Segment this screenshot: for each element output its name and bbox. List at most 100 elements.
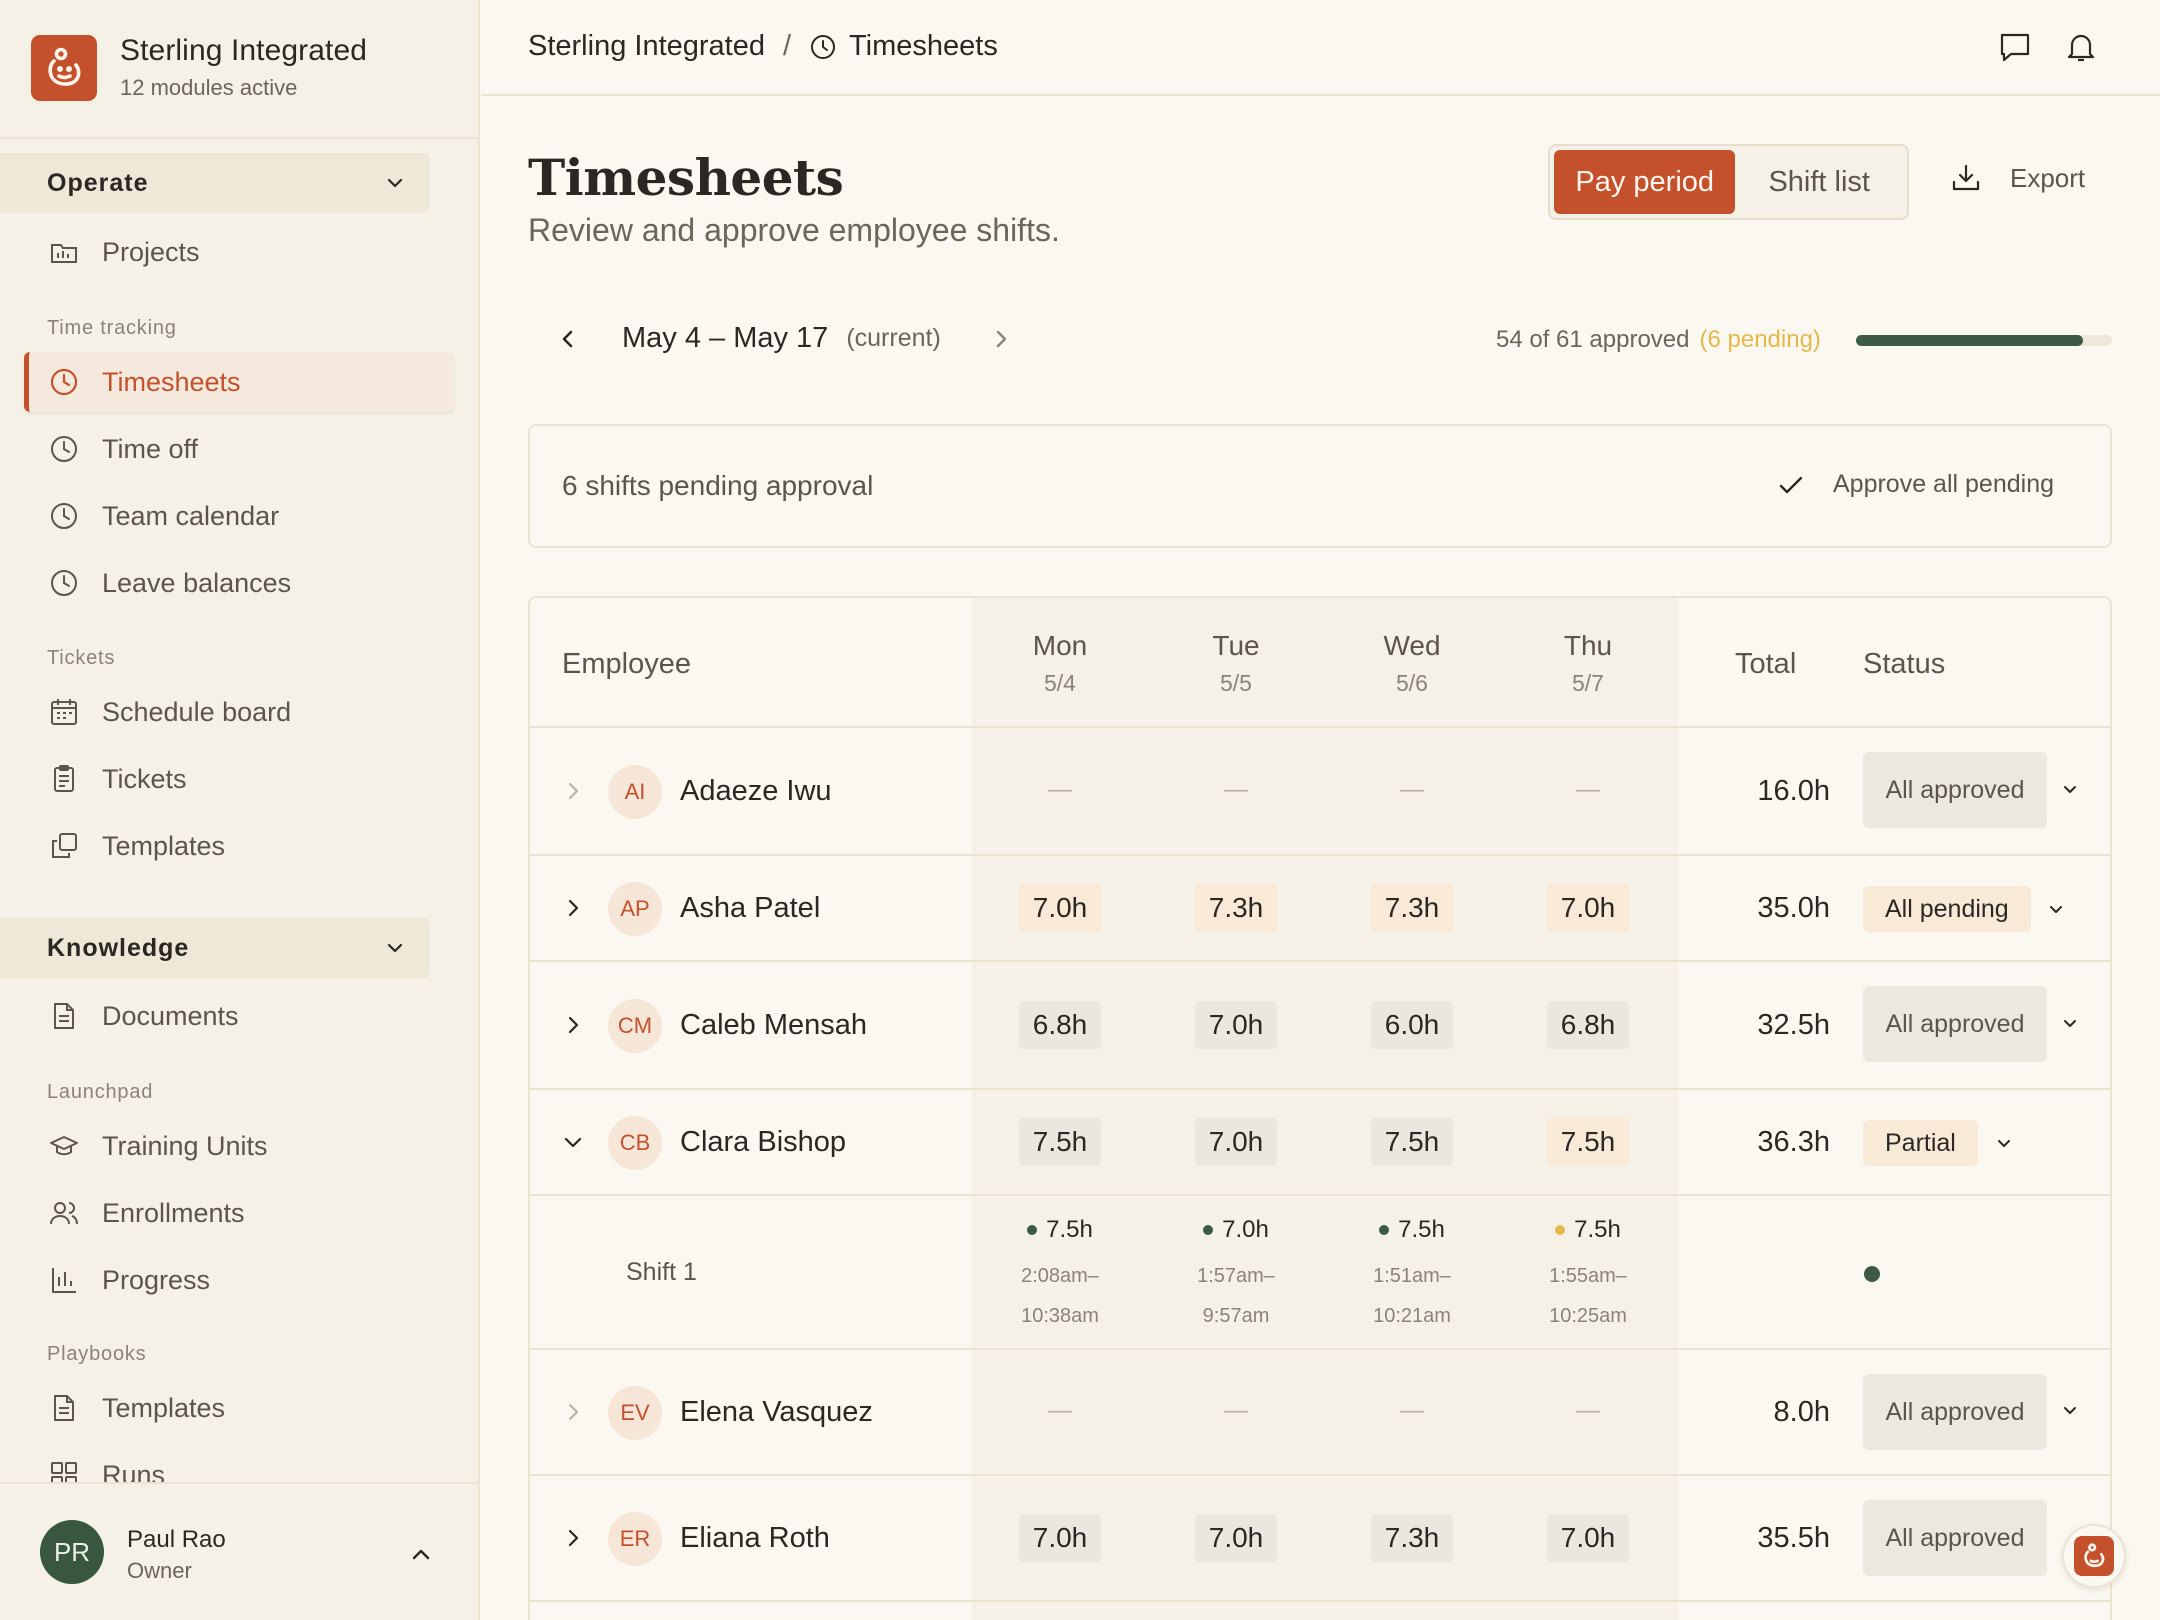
hours-cell[interactable]: 7.0h xyxy=(1018,1514,1102,1562)
hours-cell[interactable]: 6.0h xyxy=(1370,1001,1454,1049)
nav-templates-label: Templates xyxy=(102,830,226,861)
header-day-name: Wed xyxy=(1383,630,1441,661)
employee-name: Eliana Roth xyxy=(680,1522,830,1554)
nav-team-calendar-label: Team calendar xyxy=(102,500,280,531)
table-row[interactable]: EV Elena Vasquez — — — — 8.0h All approv… xyxy=(530,1350,2110,1476)
empty-cell: — xyxy=(1400,776,1424,803)
chevron-right-icon[interactable] xyxy=(562,1527,584,1549)
table-row[interactable]: ER Eliana Roth 7.0h 7.0h 7.3h 7.0h 35.5h… xyxy=(530,1476,2110,1602)
shift-cell[interactable]: 7.5h 1:51am– 10:21am xyxy=(1324,1216,1500,1336)
nav-enrollments[interactable]: Enrollments xyxy=(24,1183,454,1243)
hours-cell[interactable]: 7.0h xyxy=(1194,1514,1278,1562)
row-total: 35.0h xyxy=(1757,892,1830,924)
nav-time-off-label: Time off xyxy=(102,433,199,464)
brand-subtitle: 12 modules active xyxy=(120,75,298,100)
brand[interactable]: Sterling Integrated 12 modules active xyxy=(31,34,367,101)
chevron-down-icon[interactable] xyxy=(2060,1013,2080,1033)
chevron-right-icon[interactable] xyxy=(562,1014,584,1036)
status-badge[interactable]: All approved xyxy=(1863,986,2047,1062)
approve-all-button[interactable]: Approve all pending xyxy=(1777,470,2054,499)
user-menu[interactable]: PR Paul Rao Owner xyxy=(0,1482,478,1620)
bell-icon[interactable] xyxy=(2064,30,2098,64)
nav-projects[interactable]: Projects xyxy=(24,222,454,282)
hours-cell[interactable]: 6.8h xyxy=(1018,1001,1102,1049)
hours-cell[interactable]: 7.0h xyxy=(1194,1118,1278,1166)
breadcrumb-org[interactable]: Sterling Integrated xyxy=(528,30,765,63)
hours-cell[interactable]: 7.5h xyxy=(1546,1118,1630,1166)
employee-name: Elena Vasquez xyxy=(680,1396,873,1428)
status-badge[interactable]: All approved xyxy=(1863,752,2047,828)
section-operate[interactable]: Operate xyxy=(0,153,430,213)
nav-schedule-board[interactable]: Schedule board xyxy=(24,682,454,742)
row-total: 32.5h xyxy=(1757,1009,1830,1041)
hours-cell[interactable]: 6.8h xyxy=(1546,1001,1630,1049)
header-employee: Employee xyxy=(562,648,691,680)
nav-documents[interactable]: Documents xyxy=(24,986,454,1046)
section-knowledge[interactable]: Knowledge xyxy=(0,918,430,978)
empty-cell: — xyxy=(1224,1397,1248,1424)
chevron-down-icon[interactable] xyxy=(562,1131,584,1153)
chevron-down-icon[interactable] xyxy=(2046,899,2066,919)
section-knowledge-label: Knowledge xyxy=(47,933,190,962)
chevron-right-icon[interactable] xyxy=(562,1401,584,1423)
chevron-down-icon[interactable] xyxy=(1994,1133,2014,1153)
approved-dot xyxy=(1203,1225,1214,1235)
chevron-right-icon[interactable] xyxy=(989,327,1013,351)
hours-cell[interactable]: 7.0h xyxy=(1546,884,1630,932)
pay-period-tab[interactable]: Pay period xyxy=(1554,150,1736,214)
shift-cell[interactable]: 7.5h 2:08am– 10:38am xyxy=(972,1216,1148,1336)
hours-cell[interactable]: 7.0h xyxy=(1194,1001,1278,1049)
hours-cell[interactable]: 7.3h xyxy=(1370,1514,1454,1562)
shift-list-tab[interactable]: Shift list xyxy=(1735,150,1903,214)
hours-cell[interactable]: 7.3h xyxy=(1370,884,1454,932)
document-icon xyxy=(48,1000,80,1032)
nav-timesheets[interactable]: Timesheets xyxy=(24,352,454,412)
nav-progress[interactable]: Progress xyxy=(24,1250,454,1310)
shift-end: 9:57am xyxy=(1202,1305,1270,1327)
nav-training-units[interactable]: Training Units xyxy=(24,1116,454,1176)
shift-hours: 7.0h xyxy=(1222,1216,1269,1243)
table-row[interactable]: CM Caleb Mensah 6.8h 7.0h 6.0h 6.8h 32.5… xyxy=(530,962,2110,1090)
assistant-button[interactable] xyxy=(2062,1524,2126,1588)
approval-progress-bar xyxy=(1856,335,2112,346)
chevron-down-icon[interactable] xyxy=(2060,1400,2080,1420)
calendar-icon xyxy=(48,696,80,728)
status-badge[interactable]: All approved xyxy=(1863,1374,2047,1450)
page-title: Timesheets xyxy=(528,148,844,207)
chevron-left-icon[interactable] xyxy=(556,327,580,351)
shift-start: 1:57am– xyxy=(1197,1265,1275,1287)
hours-cell[interactable]: 7.0h xyxy=(1018,884,1102,932)
chevron-right-icon[interactable] xyxy=(562,780,584,802)
nav-playbook-templates[interactable]: Templates xyxy=(24,1378,454,1438)
shift-hours: 7.5h xyxy=(1398,1216,1445,1243)
shift-cell[interactable]: 7.5h 1:55am– 10:25am xyxy=(1500,1216,1676,1336)
clock-icon xyxy=(48,567,80,599)
hours-cell[interactable]: 7.0h xyxy=(1546,1514,1630,1562)
status-badge[interactable]: All pending xyxy=(1863,886,2031,932)
chevron-up-icon[interactable] xyxy=(408,1542,434,1568)
hours-cell[interactable]: 7.3h xyxy=(1194,884,1278,932)
nav-documents-label: Documents xyxy=(102,1000,239,1031)
table-row[interactable]: AI Adaeze Iwu — — — — 16.0h All approved xyxy=(530,728,2110,856)
hours-cell[interactable]: 7.5h xyxy=(1370,1118,1454,1166)
export-button[interactable]: Export xyxy=(1950,162,2085,194)
hours-cell[interactable]: 7.5h xyxy=(1018,1118,1102,1166)
nav-tickets[interactable]: Tickets xyxy=(24,749,454,809)
shift-hours: 7.5h xyxy=(1574,1216,1621,1243)
header-day-date: 5/6 xyxy=(1396,670,1428,696)
nav-templates[interactable]: Templates xyxy=(24,816,454,876)
status-badge[interactable]: Partial xyxy=(1863,1120,1978,1166)
approve-all-label: Approve all pending xyxy=(1833,470,2054,498)
table-row[interactable]: CB Clara Bishop 7.5h 7.0h 7.5h 7.5h 36.3… xyxy=(530,1090,2110,1196)
nav-time-off[interactable]: Time off xyxy=(24,419,454,479)
table-row[interactable]: AP Asha Patel 7.0h 7.3h 7.3h 7.0h 35.0h … xyxy=(530,856,2110,962)
breadcrumb-separator: / xyxy=(782,30,792,62)
chevron-down-icon[interactable] xyxy=(2060,779,2080,799)
nav-team-calendar[interactable]: Team calendar xyxy=(24,486,454,546)
nav-projects-label: Projects xyxy=(102,236,200,267)
nav-leave-balances[interactable]: Leave balances xyxy=(24,553,454,613)
message-icon[interactable] xyxy=(1998,30,2032,64)
shift-cell[interactable]: 7.0h 1:57am– 9:57am xyxy=(1148,1216,1324,1336)
chevron-right-icon[interactable] xyxy=(562,897,584,919)
status-badge[interactable]: All approved xyxy=(1863,1500,2047,1576)
